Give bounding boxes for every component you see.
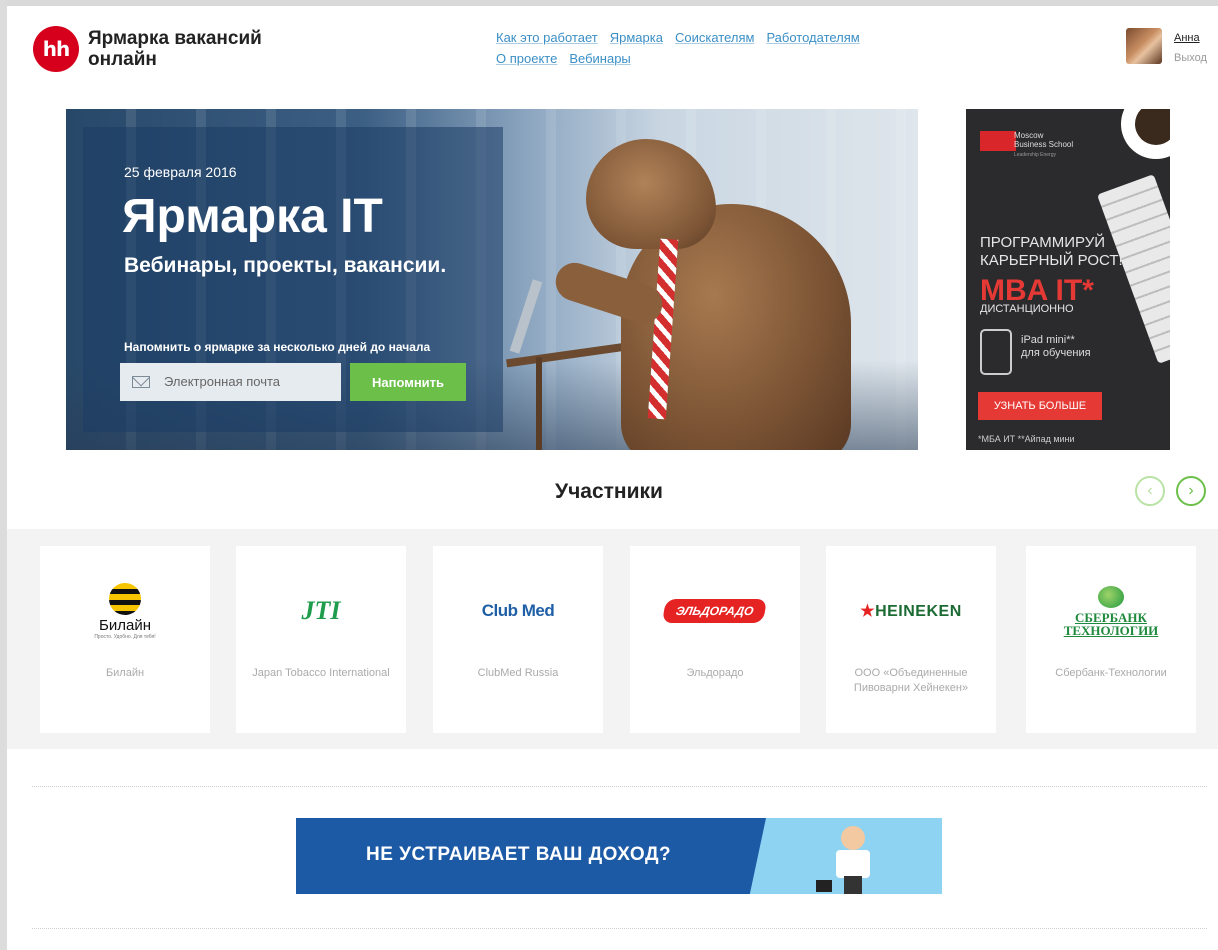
main-nav: Как это работает Ярмарка Соискателям Работо…	[496, 27, 916, 69]
avatar[interactable]	[1126, 28, 1162, 64]
income-ad-banner[interactable]: НЕ УСТРАИВАЕТ ВАШ ДОХОД?	[296, 818, 942, 894]
participants-title: Участники	[555, 480, 663, 503]
briefcase-icon	[816, 880, 832, 892]
participant-card-eldorado[interactable]: ЭЛЬДОРАДО Эльдорадо	[630, 546, 800, 733]
participant-name: Сбербанк-Технологии	[1055, 667, 1167, 679]
sberbank-icon	[1097, 585, 1124, 608]
logo-text: Ярмарка вакансий онлайн	[88, 28, 262, 70]
participant-card-heineken[interactable]: ★HEINEKEN ООО «Объединенные Пивоварни Хе…	[826, 546, 996, 733]
hero-banner: 25 февраля 2016 Ярмарка IT Вебинары, про…	[66, 109, 918, 450]
ad-mode: ДИСТАНЦИОННО	[980, 303, 1074, 315]
participants-carousel: Билайн Просто. Удобно. Для тебя! Билайн …	[7, 529, 1218, 749]
divider	[32, 928, 1207, 929]
email-field[interactable]: Электронная почта	[120, 363, 341, 401]
participant-card-clubmed[interactable]: Club Med ClubMed Russia	[433, 546, 603, 733]
banner-text: НЕ УСТРАИВАЕТ ВАШ ДОХОД?	[366, 844, 672, 865]
chevron-left-icon: ‹	[1147, 482, 1153, 499]
ad-ipad-text: iPad mini** для обучения	[1021, 334, 1091, 359]
ad-footnote: *МБА ИТ **Айпад мини	[978, 434, 1075, 444]
participant-card-jti[interactable]: JTI Japan Tobacco International	[236, 546, 406, 733]
jti-logo: JTI	[301, 596, 341, 625]
heineken-logo: ★HEINEKEN	[860, 603, 962, 620]
nav-how-it-works[interactable]: Как это работает	[496, 30, 598, 45]
ad-headline: ПРОГРАММИРУЙ КАРЬЕРНЫЙ РОСТ!	[980, 234, 1123, 269]
nav-fair[interactable]: Ярмарка	[610, 30, 663, 45]
window-left-border	[0, 0, 7, 950]
beeline-ball-icon	[108, 582, 141, 615]
mbs-logo-icon	[980, 131, 1016, 151]
email-placeholder: Электронная почта	[164, 374, 281, 389]
hero-subtitle: Вебинары, проекты, вакансии.	[124, 254, 447, 277]
hero-panel: 25 февраля 2016 Ярмарка IT Вебинары, про…	[83, 127, 503, 432]
mba-ad-banner[interactable]: Moscow Business School Leadership Energy…	[966, 109, 1170, 450]
event-date: 25 февраля 2016	[124, 164, 237, 180]
carousel-next-button[interactable]: ›	[1176, 476, 1206, 506]
user-name-link[interactable]: Анна	[1174, 28, 1207, 48]
nav-employers[interactable]: Работодателям	[766, 30, 859, 45]
logout-link[interactable]: Выход	[1174, 48, 1207, 68]
envelope-icon	[132, 376, 150, 388]
coffee-cup-image	[1121, 109, 1170, 159]
sberbank-logo: СБЕРБАНК ТЕХНОЛОГИИ	[1026, 581, 1196, 641]
star-icon: ★	[860, 603, 876, 620]
remind-button[interactable]: Напомнить	[350, 363, 466, 401]
participant-name: ООО «Объединенные Пивоварни Хейнекен»	[853, 667, 969, 694]
participant-name: Эльдорадо	[686, 667, 744, 679]
clubmed-logo: Club Med	[481, 601, 555, 620]
user-menu: Анна Выход	[1126, 28, 1207, 68]
divider	[32, 786, 1207, 787]
window-top-border	[0, 0, 1218, 6]
school-name: Moscow Business School Leadership Energy	[1014, 131, 1074, 158]
man-illustration	[841, 826, 865, 850]
site-logo[interactable]: hh Ярмарка вакансий онлайн	[33, 26, 262, 72]
nav-about[interactable]: О проекте	[496, 51, 557, 66]
carousel-prev-button[interactable]: ‹	[1135, 476, 1165, 506]
eldorado-logo: ЭЛЬДОРАДО	[630, 581, 800, 641]
nav-candidates[interactable]: Соискателям	[675, 30, 754, 45]
participant-card-sberbank[interactable]: СБЕРБАНК ТЕХНОЛОГИИ Сбербанк-Технологии	[1026, 546, 1196, 733]
chevron-right-icon: ›	[1188, 482, 1194, 499]
participant-card-beeline[interactable]: Билайн Просто. Удобно. Для тебя! Билайн	[40, 546, 210, 733]
hh-logo-icon: hh	[33, 26, 79, 72]
participant-name: Japan Tobacco International	[252, 667, 390, 679]
reminder-label: Напомнить о ярмарке за несколько дней до…	[124, 340, 431, 354]
participant-name: Билайн	[105, 667, 145, 679]
participant-name: ClubMed Russia	[477, 667, 559, 679]
nav-webinars[interactable]: Вебинары	[569, 51, 630, 66]
hero-title: Ярмарка IT	[122, 190, 383, 243]
beeline-logo: Билайн Просто. Удобно. Для тебя!	[40, 581, 210, 641]
tablet-icon	[980, 329, 1012, 375]
learn-more-button[interactable]: УЗНАТЬ БОЛЬШЕ	[978, 392, 1102, 420]
